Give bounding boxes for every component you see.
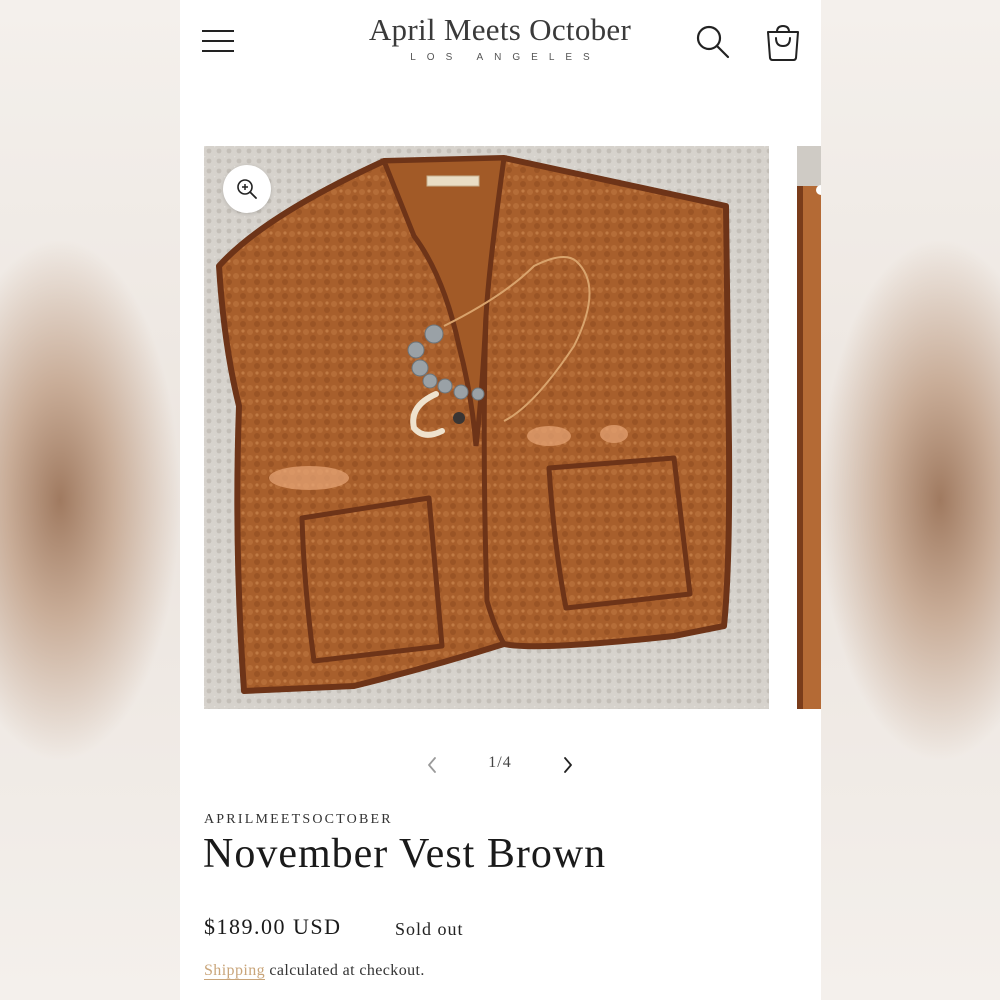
vest-photo — [204, 146, 769, 709]
sold-out-badge: Sold out — [395, 919, 464, 939]
cart-button[interactable] — [764, 22, 802, 62]
shipping-note-text: calculated at checkout. — [265, 962, 425, 979]
next-slide-preview[interactable] — [797, 146, 821, 709]
previous-slide-button[interactable] — [420, 752, 444, 778]
gallery-pagination: 1/4 — [410, 748, 590, 782]
cart-icon — [767, 24, 799, 61]
logo-subtitle: LOS ANGELES — [410, 52, 601, 63]
zoom-in-icon — [237, 179, 257, 199]
product-price: $189.00 USD — [204, 914, 342, 939]
product-page: April Meets October LOS ANGELES 1/4 APRI… — [180, 0, 821, 1000]
product-image[interactable] — [204, 146, 769, 709]
chevron-right-icon — [564, 757, 572, 773]
store-logo[interactable]: April Meets October LOS ANGELES — [330, 10, 670, 63]
shipping-link[interactable]: Shipping — [204, 962, 265, 979]
product-vendor: APRILMEETSOCTOBER — [204, 812, 393, 827]
search-button[interactable] — [695, 24, 731, 60]
logo-title: April Meets October — [368, 12, 632, 47]
next-slide-button[interactable] — [556, 752, 580, 778]
next-slide-thumbnail — [797, 146, 821, 709]
slide-counter: 1/4 — [488, 754, 512, 771]
shipping-note: Shipping calculated at checkout. — [204, 962, 425, 980]
zoom-button[interactable] — [223, 165, 271, 213]
search-icon — [696, 25, 730, 59]
product-title: November Vest Brown — [203, 831, 607, 877]
menu-button[interactable] — [202, 26, 234, 56]
chevron-left-icon — [428, 757, 436, 773]
